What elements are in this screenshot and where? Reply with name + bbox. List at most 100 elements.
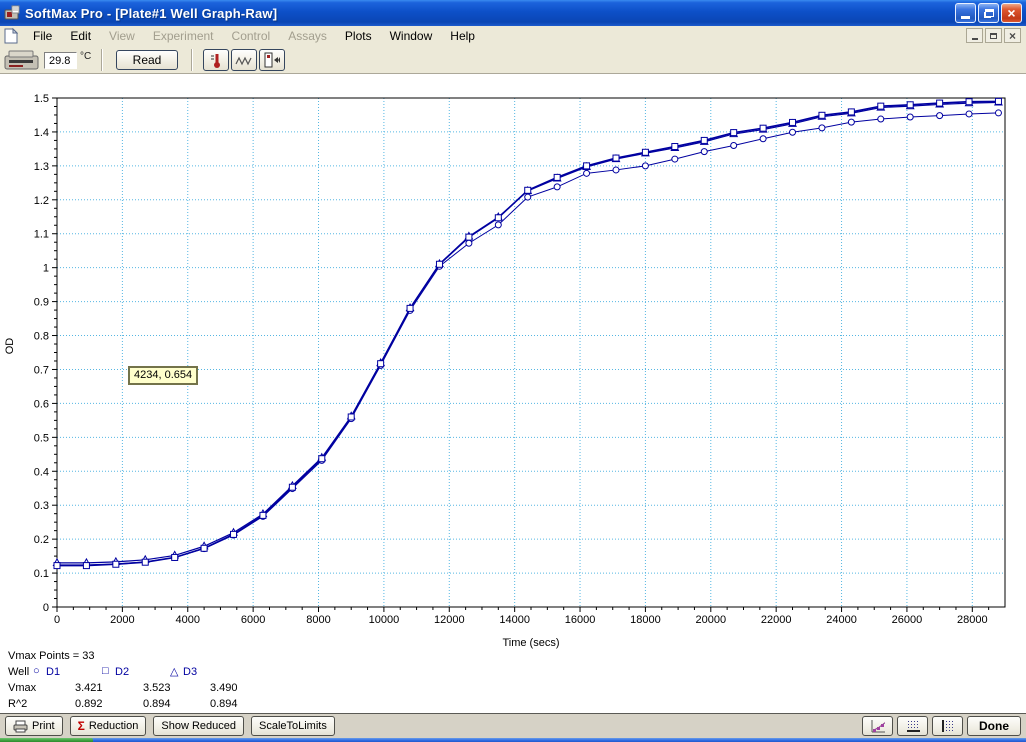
x-tick-label: 28000 (957, 614, 988, 626)
menu-bar: File Edit View Experiment Control Assays Plots… (0, 26, 1026, 46)
sigma-icon: Σ (77, 719, 85, 733)
well-d2-label[interactable]: D2 (115, 666, 129, 678)
menu-item-help[interactable]: Help (441, 27, 484, 45)
y-tick-label: 1.1 (34, 229, 49, 241)
x-tick-label: 22000 (761, 614, 792, 626)
r2-d3-value: 0.894 (210, 698, 238, 710)
y-tick-label: 0.1 (34, 568, 49, 580)
y-tick-label: 0.9 (34, 297, 49, 309)
restore-icon (990, 32, 997, 39)
well-d1-marker-icon: ○ (33, 665, 40, 677)
menu-item-experiment: Experiment (152, 29, 214, 43)
graph-type-button[interactable] (862, 716, 893, 736)
minimize-icon (961, 16, 970, 19)
print-label: Print (32, 720, 55, 732)
vmax-d3-value: 3.490 (210, 682, 238, 694)
plate-in-out-button[interactable] (259, 49, 285, 71)
kinetic-waveform-icon (235, 56, 252, 66)
y-tick-label: 1.2 (34, 195, 49, 207)
window-title: SoftMax Pro - [Plate#1 Well Graph-Raw] (25, 5, 278, 21)
y-tick-label: 0.7 (34, 364, 49, 376)
temperature-unit-label: °C (80, 51, 92, 62)
toolbar-separator (101, 49, 103, 71)
vmax-d2-value: 3.523 (143, 682, 171, 694)
y-tick-label: 0.5 (34, 432, 49, 444)
x-tick-label: 4000 (176, 614, 200, 626)
temperature-display[interactable]: 29.8 (44, 52, 77, 69)
r2-d1-value: 0.892 (75, 698, 103, 710)
kinetic-read-button[interactable] (231, 49, 257, 71)
y-tick-label: 1.3 (34, 161, 49, 173)
grid-bottom-axis-icon (907, 720, 920, 732)
menu-item-file[interactable]: File (24, 27, 61, 45)
menu-item-view: View (109, 29, 135, 43)
x-tick-label: 10000 (369, 614, 400, 626)
child-minimize-button[interactable] (966, 28, 983, 43)
start-button-sliver[interactable] (0, 738, 93, 742)
child-window-controls: × (966, 28, 1021, 43)
print-button[interactable]: Print (5, 716, 63, 736)
menu-item-plots[interactable]: Plots (336, 27, 381, 45)
y-tick-label: 0.4 (34, 466, 49, 478)
grid-x-axis-button[interactable] (897, 716, 928, 736)
x-tick-label: 20000 (695, 614, 726, 626)
y-tick-label: 0.2 (34, 534, 49, 546)
document-icon (4, 28, 18, 44)
x-axis-title: Time (secs) (502, 637, 559, 649)
close-button[interactable]: × (1001, 3, 1022, 23)
child-close-button[interactable]: × (1004, 28, 1021, 43)
x-tick-label: 12000 (434, 614, 465, 626)
thermometer-button[interactable] (203, 49, 229, 71)
bottom-toolbar: Print Σ Reduction Show Reduced ScaleToLi… (0, 713, 1026, 738)
read-button[interactable]: Read (116, 50, 178, 70)
minimize-icon (971, 38, 978, 40)
menu-item-window[interactable]: Window (381, 27, 442, 45)
child-restore-button[interactable] (985, 28, 1002, 43)
scale-to-limits-button[interactable]: ScaleToLimits (250, 716, 335, 736)
y-axis-title: OD (4, 338, 16, 355)
x-tick-label: 14000 (499, 614, 530, 626)
well-d3-marker-icon: △ (170, 666, 179, 678)
done-button[interactable]: Done (967, 716, 1021, 736)
well-d1-label[interactable]: D1 (46, 666, 60, 678)
x-tick-label: 0 (54, 614, 60, 626)
menu-item-control: Control (231, 29, 271, 43)
well-graph-chart[interactable]: 0 2000 4000 6000 8000 10000 12000 14000 16000 180… (0, 74, 1026, 713)
x-tick-label: 2000 (110, 614, 134, 626)
plot-frame (56, 97, 1006, 608)
y-tick-label: 1.4 (34, 127, 49, 139)
taskbar-sliver[interactable] (0, 738, 1026, 742)
minimize-button[interactable] (955, 3, 976, 23)
grid-left-axis-icon (942, 719, 953, 732)
series-D2 (53, 97, 1002, 570)
x-tick-label: 16000 (565, 614, 596, 626)
vmax-row-label: Vmax (8, 682, 37, 694)
x-tick-label: 26000 (892, 614, 923, 626)
reduction-button[interactable]: Σ Reduction (69, 716, 147, 736)
well-d2-marker-icon: □ (102, 665, 109, 677)
grid-y-axis-button[interactable] (932, 716, 963, 736)
y-tick-label: 0.8 (34, 331, 49, 343)
toolbar-separator (191, 49, 193, 71)
axis-ticks (52, 97, 990, 612)
menu-item-edit[interactable]: Edit (61, 27, 100, 45)
well-d3-label[interactable]: D3 (183, 666, 197, 678)
y-tick-label: 1.5 (34, 93, 49, 105)
cursor-position-tooltip: 4234, 0.654 (128, 366, 199, 385)
mini-chart-icon (871, 719, 885, 732)
show-reduced-button[interactable]: Show Reduced (153, 716, 244, 736)
x-tick-label: 6000 (241, 614, 265, 626)
gridlines (57, 98, 1005, 607)
title-bar: SoftMax Pro - [Plate#1 Well Graph-Raw] × (0, 0, 1026, 26)
restore-icon (985, 9, 994, 17)
x-tick-label: 8000 (306, 614, 330, 626)
y-tick-label: 1 (43, 263, 49, 275)
printer-icon (13, 720, 28, 732)
plate-reader-icon (4, 50, 39, 70)
y-tick-label: 0 (43, 602, 49, 614)
series-D3 (52, 97, 1003, 566)
well-graph-document: 0 2000 4000 6000 8000 10000 12000 14000 16000 180… (0, 74, 1026, 713)
vmax-points-label: Vmax Points = 33 (8, 650, 95, 662)
x-tick-label: 24000 (826, 614, 857, 626)
restore-button[interactable] (978, 3, 999, 23)
